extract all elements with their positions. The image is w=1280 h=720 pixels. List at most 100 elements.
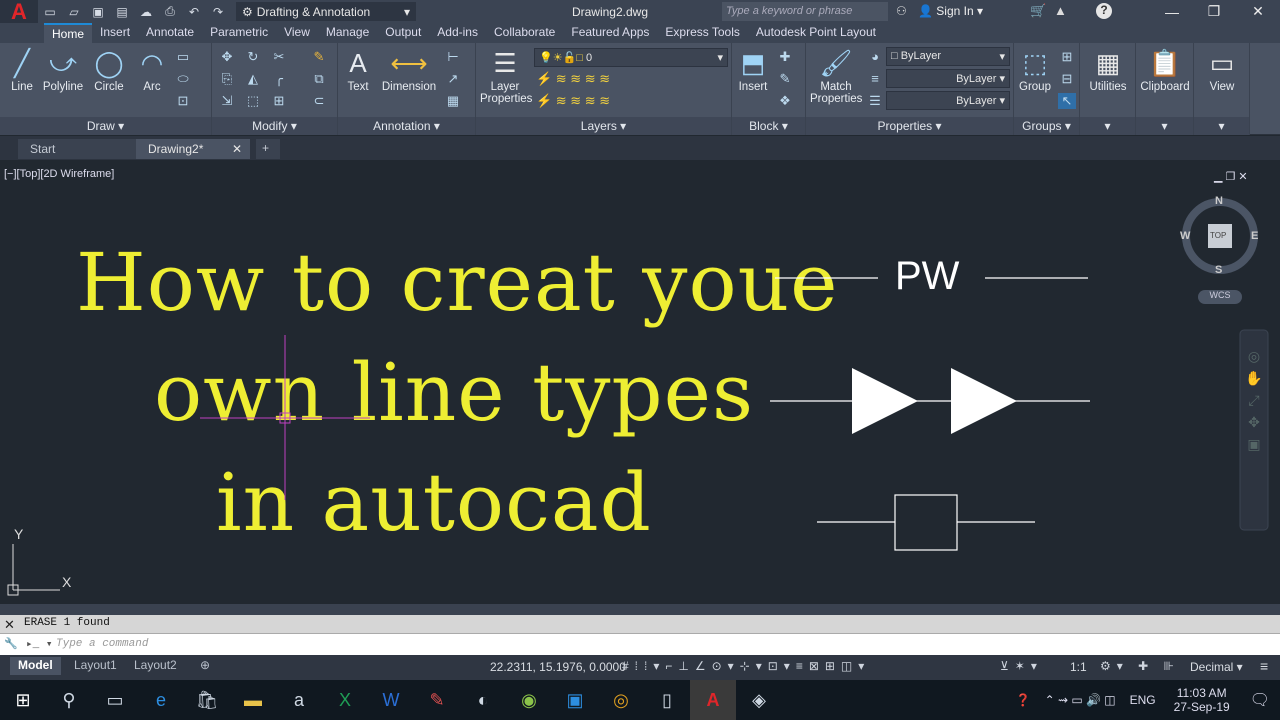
model-tab[interactable]: Model	[10, 657, 61, 675]
chrome-icon[interactable]: ◎	[598, 680, 644, 720]
layer-properties-button[interactable]: ☰ Layer Properties	[480, 47, 532, 106]
close-tab-icon[interactable]: ✕	[232, 142, 242, 156]
box-linetype-rect[interactable]	[894, 494, 958, 551]
tab-point-layout[interactable]: Autodesk Point Layout	[748, 23, 884, 43]
amazon-icon[interactable]: a	[276, 680, 322, 720]
new-file-icon[interactable]: ▭	[40, 4, 60, 20]
search-input[interactable]: Type a keyword or phrase	[722, 2, 888, 21]
drawing-tab[interactable]: Drawing2* ✕	[136, 139, 250, 159]
clipboard-expand[interactable]: ▾	[1136, 117, 1193, 135]
units-dropdown[interactable]: Decimal ▾	[1190, 660, 1243, 674]
navbar-tools-icon[interactable]: ◎ ✋ ⤢ ✥ ▣	[1244, 345, 1264, 455]
group-select-icon[interactable]: ↖	[1058, 93, 1076, 109]
notifications-icon[interactable]: 🗨	[1250, 690, 1270, 710]
array-icon[interactable]: ⊞	[270, 93, 288, 109]
command-line[interactable]: 🔧 ▸_ ▾ Type a command	[0, 633, 1280, 655]
settings-icon[interactable]: ⚙▾ ✚ ⊪	[1100, 659, 1180, 673]
layer-tools-row1-icon[interactable]: ⚡ ≋ ≋ ≋ ≋	[536, 71, 646, 87]
app-logo-icon[interactable]: A	[0, 0, 38, 24]
restore-button[interactable]: ❐	[1194, 0, 1234, 23]
polyline-button[interactable]: ⤻ Polyline	[40, 47, 86, 93]
edit-block-icon[interactable]: ✎	[776, 71, 794, 87]
rotate-icon[interactable]: ↻	[244, 49, 262, 65]
layer-dropdown[interactable]: 💡☀🔓□ 0 ▾	[534, 48, 728, 67]
group-edit-icon[interactable]: ⊟	[1058, 71, 1076, 87]
table-icon[interactable]: ▦	[444, 93, 462, 109]
ungroup-icon[interactable]: ⊞	[1058, 49, 1076, 65]
new-layout-button[interactable]: ⊕	[192, 657, 218, 675]
tab-featured-apps[interactable]: Featured Apps	[563, 23, 657, 43]
tab-output[interactable]: Output	[377, 23, 429, 43]
autocad-app-icon[interactable]: ◈	[736, 680, 782, 720]
annotation-panel-title[interactable]: Annotation ▾	[338, 117, 475, 135]
sign-in-button[interactable]: 👤 Sign In ▾	[918, 4, 983, 18]
stretch-icon[interactable]: ⇲	[218, 93, 236, 109]
tab-manage[interactable]: Manage	[318, 23, 377, 43]
language-indicator[interactable]: ENG	[1130, 693, 1156, 707]
circle-button[interactable]: ◯ Circle	[88, 47, 130, 94]
tab-home[interactable]: Home	[44, 23, 93, 43]
region-icon[interactable]: ⊡	[174, 93, 192, 109]
draw-panel-title[interactable]: Draw ▾	[0, 117, 211, 135]
color-wheel-icon[interactable]: ◕	[866, 49, 884, 65]
tab-annotate[interactable]: Annotate	[138, 23, 202, 43]
help-icon[interactable]: ?	[1096, 3, 1112, 19]
lineweight-icon[interactable]: ≡	[866, 71, 884, 87]
attribute-icon[interactable]: ❖	[776, 93, 794, 109]
lineweight-dropdown[interactable]: ByLayer ▾	[886, 69, 1010, 88]
command-grip[interactable]	[0, 604, 1280, 615]
block-panel-title[interactable]: Block ▾	[732, 117, 805, 135]
photos-icon[interactable]: ▣	[552, 680, 598, 720]
modify-panel-title[interactable]: Modify ▾	[212, 117, 337, 135]
binoculars-icon[interactable]: ⚇	[896, 4, 907, 18]
utilities-expand[interactable]: ▾	[1080, 117, 1135, 135]
tray-icons[interactable]: ⌃ ⇝ ▭ 🔊 ◫	[1045, 693, 1116, 707]
paint-icon[interactable]: ✎	[414, 680, 460, 720]
properties-panel-title[interactable]: Properties ▾	[806, 117, 1013, 135]
leader-icon[interactable]: ↗	[444, 71, 462, 87]
minimize-button[interactable]: —	[1152, 0, 1192, 23]
file-explorer-icon[interactable]: ▬	[230, 680, 276, 720]
linear-dim-icon[interactable]: ⊢	[444, 49, 462, 65]
arc-button[interactable]: ◠ Arc	[132, 47, 172, 94]
android-icon[interactable]: ◉	[506, 680, 552, 720]
compass-north[interactable]: N	[1215, 195, 1223, 207]
linetype-icon[interactable]: ☰	[866, 93, 884, 109]
cart-icon[interactable]: 🛒	[1030, 3, 1046, 19]
excel-icon[interactable]: X	[322, 680, 368, 720]
task-view-icon[interactable]: ▭	[92, 680, 138, 720]
view-button[interactable]: ▭ View	[1196, 47, 1248, 94]
compass-east[interactable]: E	[1251, 230, 1258, 242]
search-icon[interactable]: ⚲	[46, 680, 92, 720]
insert-button[interactable]: ⬒ Insert	[734, 47, 772, 94]
wcs-menu[interactable]: WCS	[1198, 290, 1242, 304]
redo-icon[interactable]: ↷	[208, 4, 228, 20]
explode-icon[interactable]: ⧉	[310, 71, 328, 87]
usb-icon[interactable]: ▯	[644, 680, 690, 720]
autocad-taskbar-icon[interactable]: A	[690, 680, 736, 720]
groups-panel-title[interactable]: Groups ▾	[1014, 117, 1079, 135]
clipboard-button[interactable]: 📋 Clipboard	[1138, 47, 1192, 94]
layout1-tab[interactable]: Layout1	[66, 657, 125, 675]
arrow-triangle-1[interactable]	[852, 368, 918, 434]
store-icon[interactable]: 🛍	[184, 680, 230, 720]
undo-icon[interactable]: ↶	[184, 4, 204, 20]
coordinates-readout[interactable]: 22.2311, 15.1976, 0.0000	[490, 660, 626, 674]
cloud-save-icon[interactable]: ☁	[136, 4, 156, 20]
open-file-icon[interactable]: ▱	[64, 4, 84, 20]
plot-icon[interactable]: ⎙	[160, 4, 180, 20]
hatch-icon[interactable]: ⬭	[174, 71, 192, 87]
mirror-icon[interactable]: ◭	[244, 71, 262, 87]
status-toggles-icon[interactable]: #⁞⁞▾⌐⊥∠⊙▾⊹▾⊡▾≡⊠⊞◫▾	[622, 659, 870, 673]
layout2-tab[interactable]: Layout2	[126, 657, 185, 675]
clock[interactable]: 11:03 AM 27-Sep-19	[1174, 686, 1230, 714]
tab-collaborate[interactable]: Collaborate	[486, 23, 563, 43]
annotation-scale[interactable]: 1:1	[1070, 660, 1087, 674]
move-icon[interactable]: ✥	[218, 49, 236, 65]
layer-tools-row2-icon[interactable]: ⚡ ≋ ≋ ≋ ≋	[536, 93, 646, 109]
browser-icon[interactable]: ◐	[460, 680, 506, 720]
tab-parametric[interactable]: Parametric	[202, 23, 276, 43]
autodesk360-icon[interactable]: ▲	[1054, 3, 1067, 18]
tab-add-ins[interactable]: Add-ins	[429, 23, 486, 43]
edge-icon[interactable]: e	[138, 680, 184, 720]
